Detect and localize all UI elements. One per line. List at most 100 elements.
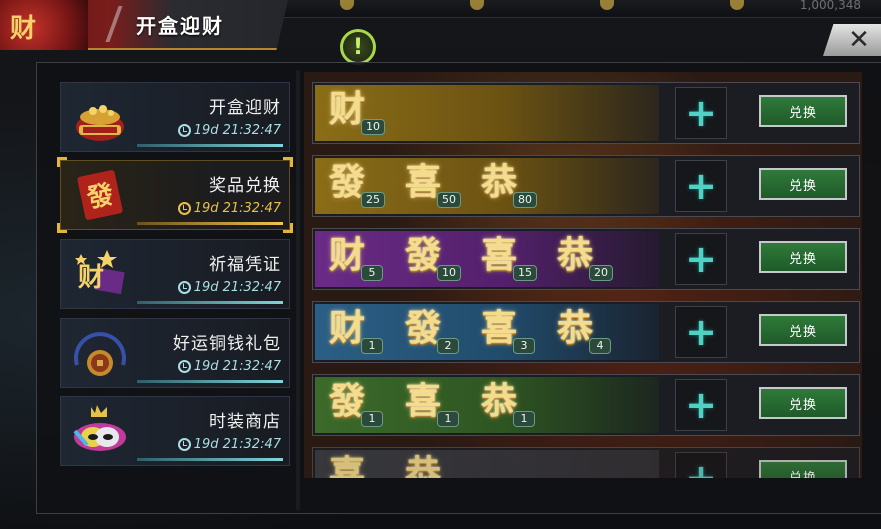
- exchange-row: 财 1 發 2 喜 3 恭 4 + 兑换: [312, 301, 860, 363]
- sidebar-item-underline: [137, 301, 283, 304]
- sidebar-item[interactable]: 發 奖品兑换 19d 21:32:47: [57, 157, 293, 233]
- sidebar-item-timer: 19d 21:32:47: [177, 359, 281, 374]
- top-resource-bar: 1,000,348: [280, 0, 881, 18]
- timer-text: 19d 21:32:47: [193, 123, 281, 138]
- fortune-char: 财: [329, 307, 366, 349]
- fortune-char: 喜: [481, 307, 518, 349]
- coin-dial-icon: [67, 323, 133, 383]
- exchange-row: 發 1 喜 1 恭 1 + 兑换: [312, 374, 860, 436]
- char-count-badge: 2: [437, 338, 459, 354]
- add-button[interactable]: +: [675, 160, 727, 212]
- exchange-list[interactable]: 财 10 + 兑换 發 25 喜 50 恭 80 + 兑换 财 5 發 10 喜 1…: [304, 72, 862, 478]
- exchange-button[interactable]: 兑换: [759, 460, 847, 478]
- add-button[interactable]: +: [675, 452, 727, 478]
- sidebar-item[interactable]: 时装商店 19d 21:32:47: [60, 396, 290, 466]
- char-count-badge: 10: [437, 265, 461, 281]
- exchange-row: 喜 恭 + 兑换: [312, 447, 860, 478]
- currency-icon: [340, 0, 354, 10]
- exchange-button[interactable]: 兑换: [759, 314, 847, 346]
- badge-char: 财: [10, 14, 37, 44]
- char-count-badge: 1: [361, 411, 383, 427]
- char-count-badge: 25: [361, 192, 385, 208]
- fortune-char-item: 喜: [329, 452, 393, 478]
- exchange-row: 發 25 喜 50 恭 80 + 兑换: [312, 155, 860, 217]
- char-count-badge: 20: [589, 265, 613, 281]
- selection-corner: [57, 157, 67, 167]
- panel-divider: [296, 70, 300, 510]
- fortune-char: 發: [329, 380, 366, 422]
- fortune-char: 恭: [557, 234, 594, 276]
- exchange-row: 财 5 發 10 喜 15 恭 20 + 兑换: [312, 228, 860, 290]
- fortune-char-item: 恭: [405, 452, 469, 478]
- char-count-badge: 3: [513, 338, 535, 354]
- timer-text: 19d 21:32:47: [193, 201, 281, 216]
- sidebar-item-timer: 19d 21:32:47: [177, 123, 281, 138]
- plus-icon: +: [685, 237, 717, 281]
- gift-pot-icon: [67, 87, 133, 147]
- fortune-char: 恭: [557, 307, 594, 349]
- plus-icon: +: [685, 91, 717, 135]
- sidebar-item-underline: [137, 144, 283, 147]
- sidebar-item-underline: [137, 380, 283, 383]
- sidebar-item-label: 开盒迎财: [209, 98, 281, 118]
- fortune-char-item: 喜 50: [405, 160, 469, 214]
- fortune-char-item: 恭 20: [557, 233, 621, 287]
- fortune-char: 恭: [405, 453, 442, 478]
- sidebar-item[interactable]: 开盒迎财 19d 21:32:47: [60, 82, 290, 152]
- fortune-char-item: 發 1: [329, 379, 393, 433]
- fortune-char-item: 恭 80: [481, 160, 545, 214]
- fortune-char-item: 喜 1: [405, 379, 469, 433]
- sidebar-item-label: 奖品兑换: [209, 176, 281, 196]
- currency-icon: [730, 0, 744, 10]
- fortune-char: 喜: [481, 234, 518, 276]
- fortune-char: 恭: [481, 161, 518, 203]
- clock-icon: [177, 281, 191, 294]
- sidebar-item-label: 祈福凭证: [209, 255, 281, 275]
- currency-icon: [600, 0, 614, 10]
- svg-text:财: 财: [78, 263, 104, 293]
- plus-icon: +: [685, 164, 717, 208]
- clock-icon: [177, 438, 191, 451]
- char-count-badge: 1: [513, 411, 535, 427]
- exchange-button[interactable]: 兑换: [759, 241, 847, 273]
- add-button[interactable]: +: [675, 379, 727, 431]
- fortune-char-item: 恭 4: [557, 306, 621, 360]
- fortune-char-item: 發 25: [329, 160, 393, 214]
- sidebar-item-label: 时装商店: [209, 412, 281, 432]
- plus-icon: +: [685, 383, 717, 427]
- selection-corner: [283, 223, 293, 233]
- fortune-char-item: 恭 1: [481, 379, 545, 433]
- fortune-char-item: 發 10: [405, 233, 469, 287]
- char-count-badge: 4: [589, 338, 611, 354]
- char-count-badge: 10: [361, 119, 385, 135]
- sidebar-item[interactable]: 财 祈福凭证 19d 21:32:47: [60, 239, 290, 309]
- info-warning-icon[interactable]: !: [340, 29, 376, 65]
- fortune-char-item: 财 10: [329, 87, 393, 141]
- sidebar-item-label: 好运铜钱礼包: [173, 334, 281, 354]
- currency-amount: 1,000,348: [799, 0, 861, 12]
- fortune-char: 喜: [405, 380, 442, 422]
- fortune-char: 喜: [405, 161, 442, 203]
- clock-icon: [177, 360, 191, 373]
- exchange-button[interactable]: 兑换: [759, 95, 847, 127]
- exchange-button[interactable]: 兑换: [759, 387, 847, 419]
- plus-icon: +: [685, 310, 717, 354]
- add-button[interactable]: +: [675, 87, 727, 139]
- title-banner: 财 开盒迎财: [0, 0, 288, 50]
- selection-corner: [283, 157, 293, 167]
- fortune-char: 喜: [329, 453, 366, 478]
- fortune-char-item: 喜 3: [481, 306, 545, 360]
- timer-text: 19d 21:32:47: [193, 280, 281, 295]
- sidebar-item-timer: 19d 21:32:47: [177, 280, 281, 295]
- fortune-char: 恭: [481, 380, 518, 422]
- char-count-badge: 5: [361, 265, 383, 281]
- currency-icon: [470, 0, 484, 10]
- exchange-button[interactable]: 兑换: [759, 168, 847, 200]
- fortune-char-item: 财 1: [329, 306, 393, 360]
- fortune-char: 發: [329, 161, 366, 203]
- add-button[interactable]: +: [675, 306, 727, 358]
- char-count-badge: 1: [361, 338, 383, 354]
- fortune-char: 财: [329, 88, 366, 130]
- add-button[interactable]: +: [675, 233, 727, 285]
- sidebar-item[interactable]: 好运铜钱礼包 19d 21:32:47: [60, 318, 290, 388]
